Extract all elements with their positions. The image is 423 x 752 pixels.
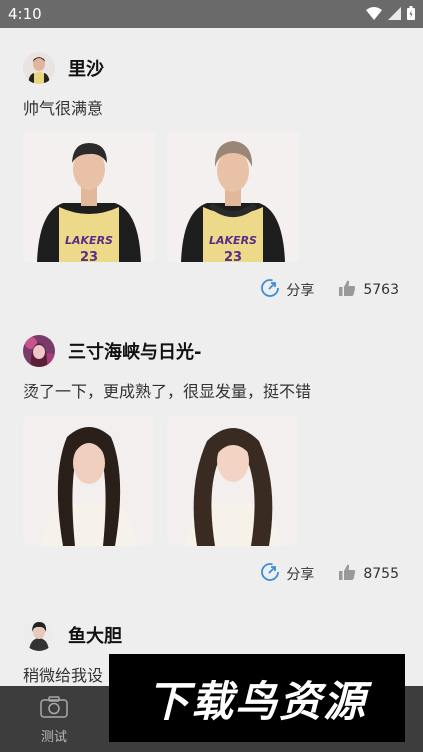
wifi-icon	[366, 5, 382, 24]
post-photo[interactable]: LAKERS 23	[23, 131, 155, 262]
post-photo[interactable]	[167, 415, 299, 546]
signal-icon	[388, 5, 401, 24]
like-button[interactable]: 5763	[338, 279, 399, 301]
svg-text:23: 23	[224, 250, 242, 262]
username[interactable]: 里沙	[68, 55, 104, 81]
watermark: 下载鸟资源	[109, 654, 405, 742]
post-actions: 分享 5763	[260, 278, 399, 302]
post-text: 烫了一下，更成熟了，很显发量，挺不错	[23, 382, 312, 401]
post-text: 稍微给我设	[23, 666, 104, 685]
post-header: 鱼大胆	[23, 619, 122, 651]
post-header: 三寸海峡与日光-	[23, 335, 201, 367]
status-time: 4:10	[8, 5, 42, 23]
post-actions: 分享 8755	[260, 562, 399, 586]
share-label: 分享	[286, 283, 315, 299]
thumbs-up-icon	[338, 279, 356, 301]
share-button[interactable]: 分享	[260, 278, 314, 302]
share-icon	[260, 562, 280, 586]
svg-text:23: 23	[80, 250, 98, 262]
like-button[interactable]: 8755	[338, 563, 399, 585]
post-photo[interactable]: LAKERS 23	[167, 131, 299, 262]
avatar[interactable]	[23, 619, 55, 651]
svg-text:LAKERS: LAKERS	[209, 234, 257, 247]
post-header: 里沙	[23, 52, 104, 84]
share-label: 分享	[286, 567, 315, 583]
share-button[interactable]: 分享	[260, 562, 314, 586]
post-photo[interactable]	[23, 415, 155, 546]
username[interactable]: 鱼大胆	[68, 622, 122, 648]
status-icons	[366, 5, 415, 24]
username[interactable]: 三寸海峡与日光-	[68, 338, 201, 364]
camera-icon	[40, 696, 68, 722]
like-count: 8755	[363, 566, 399, 582]
svg-text:LAKERS: LAKERS	[65, 234, 113, 247]
thumbs-up-icon	[338, 563, 356, 585]
watermark-text: 下载鸟资源	[146, 676, 367, 726]
nav-item-label: 测试	[40, 730, 67, 745]
share-icon	[260, 278, 280, 302]
like-count: 5763	[363, 282, 399, 298]
post-text: 帅气很满意	[23, 99, 104, 118]
feed-list[interactable]: 里沙 帅气很满意 LAKERS 23 LAKERS 23 分享 5763 三寸海…	[0, 28, 423, 686]
battery-icon	[407, 5, 415, 24]
status-bar: 4:10	[0, 0, 423, 28]
nav-item-test[interactable]: 测试	[36, 696, 72, 745]
avatar[interactable]	[23, 335, 55, 367]
avatar[interactable]	[23, 52, 55, 84]
